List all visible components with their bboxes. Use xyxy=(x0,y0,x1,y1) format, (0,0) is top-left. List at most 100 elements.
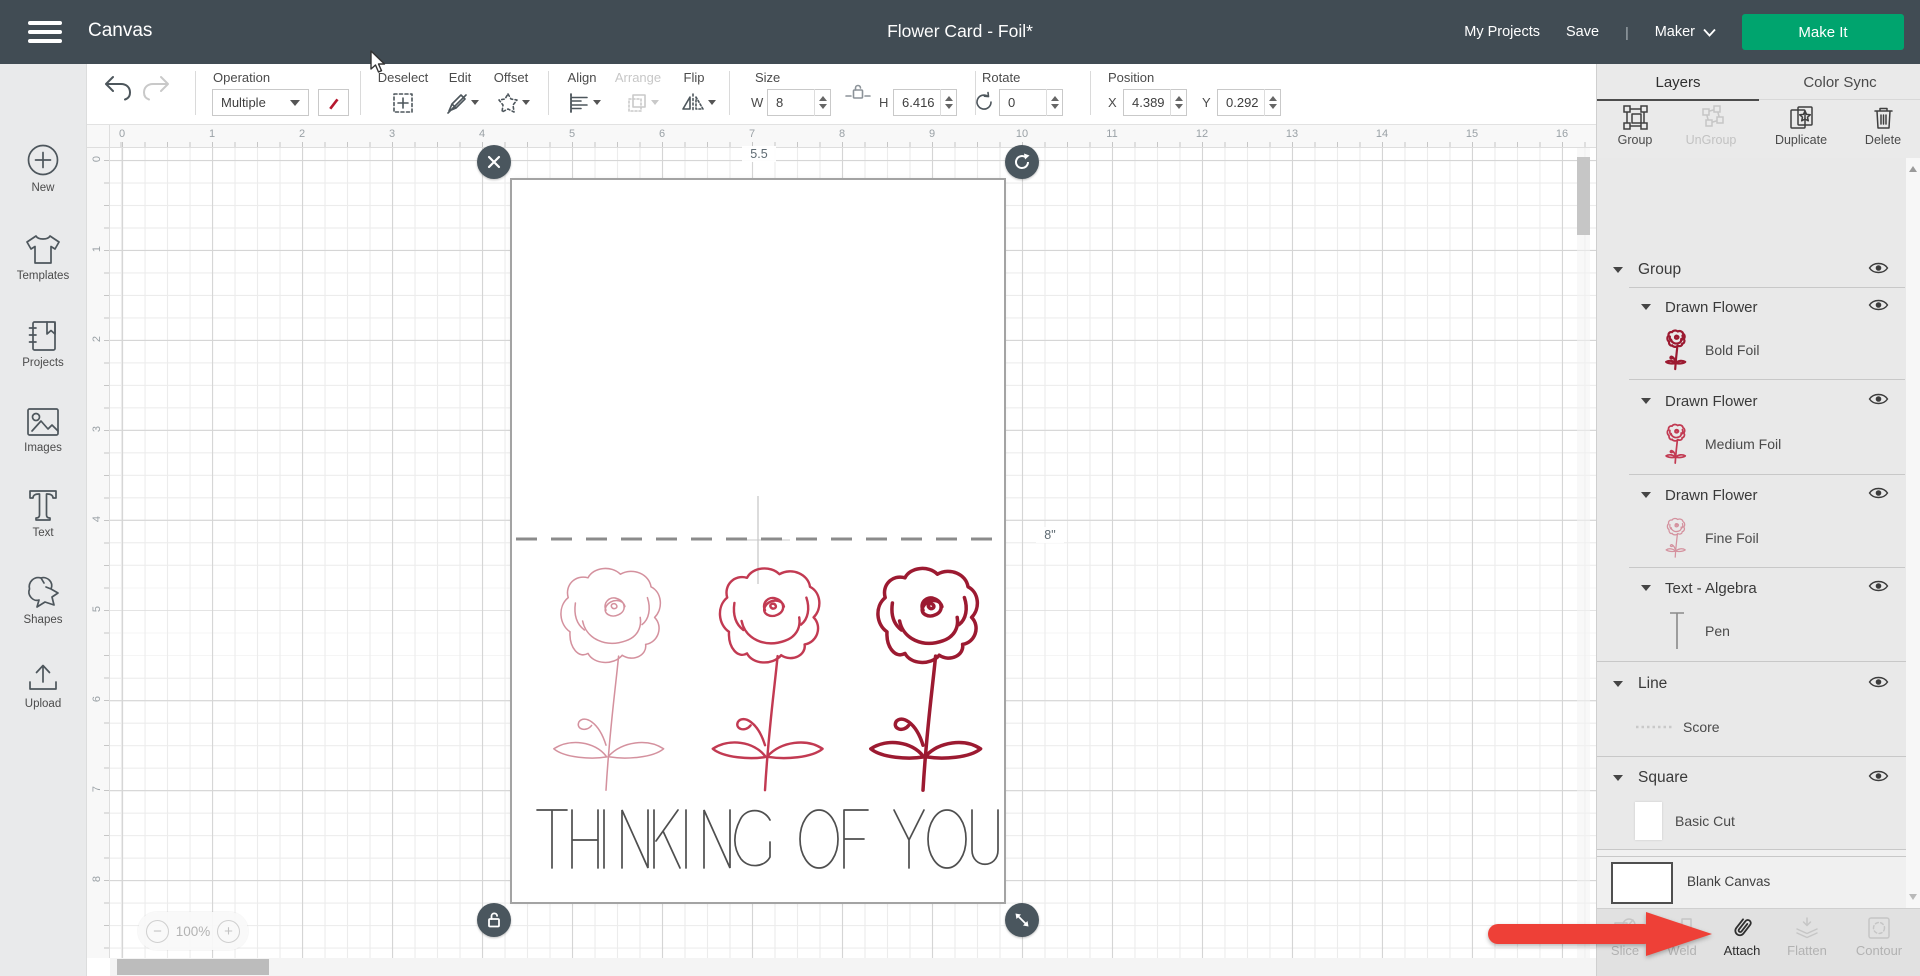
flip-caret-icon[interactable] xyxy=(708,100,716,105)
group-button[interactable]: Group xyxy=(1603,104,1667,147)
width-stepper[interactable] xyxy=(814,89,830,116)
eye-visibility-icon[interactable] xyxy=(1868,675,1889,694)
layer-fine-foil[interactable]: Fine Foil xyxy=(1597,514,1920,562)
deselect-button[interactable] xyxy=(391,91,415,115)
selection-width-label: 5.5 xyxy=(742,146,776,162)
delete-button[interactable]: Delete xyxy=(1851,104,1915,147)
flower-thumbnail xyxy=(1663,422,1689,466)
caret-down-icon[interactable] xyxy=(1641,585,1651,591)
ruler-v-number: 6 xyxy=(91,689,103,709)
tab-layers[interactable]: Layers xyxy=(1597,64,1759,100)
height-stepper[interactable] xyxy=(940,89,956,116)
undo-icon xyxy=(103,73,133,101)
sidebar-item-images[interactable]: Images xyxy=(0,406,86,454)
edit-toolbar: Operation Multiple Deselect Edit Offset … xyxy=(87,64,1596,125)
toolbar-divider xyxy=(729,71,730,115)
my-projects-link[interactable]: My Projects xyxy=(1464,24,1540,40)
lock-icon xyxy=(845,82,871,102)
layer-separator xyxy=(1629,287,1905,288)
layer-drawn-flower-header[interactable]: Drawn Flower xyxy=(1597,477,1920,513)
ungroup-icon xyxy=(1698,104,1725,131)
layer-drawn-flower-header[interactable]: Drawn Flower xyxy=(1597,383,1920,419)
caret-down-icon[interactable] xyxy=(1613,775,1623,781)
sidebar-item-shapes[interactable]: Shapes xyxy=(0,574,86,626)
attach-button[interactable]: Attach xyxy=(1712,915,1772,958)
layer-line-header[interactable]: Line xyxy=(1597,666,1920,702)
layer-group-header[interactable]: Group xyxy=(1597,252,1920,288)
arrange-icon xyxy=(626,92,648,114)
zoom-out-button[interactable]: − xyxy=(146,920,169,943)
vertical-scroll-thumb[interactable] xyxy=(1577,157,1590,235)
layer-square-header[interactable]: Square xyxy=(1597,760,1920,796)
panel-scrollbar[interactable] xyxy=(1906,158,1920,908)
ruler-h-number: 8 xyxy=(830,128,854,140)
card-object[interactable] xyxy=(512,180,1004,902)
x-position-stepper[interactable] xyxy=(1170,89,1186,116)
edit-caret-icon[interactable] xyxy=(471,100,479,105)
layer-bold-foil[interactable]: Bold Foil xyxy=(1597,326,1920,374)
eye-visibility-icon[interactable] xyxy=(1868,392,1889,411)
align-caret-icon[interactable] xyxy=(593,100,601,105)
eye-visibility-icon[interactable] xyxy=(1868,298,1889,317)
selection-resize-handle[interactable] xyxy=(1005,903,1039,937)
eye-visibility-icon[interactable] xyxy=(1868,261,1889,280)
caret-down-icon[interactable] xyxy=(1641,492,1651,498)
sidebar-item-projects[interactable]: Projects xyxy=(0,319,86,369)
caret-down-icon[interactable] xyxy=(1613,681,1623,687)
scroll-down-arrow-icon[interactable] xyxy=(1909,894,1917,900)
ruler-h-number: 6 xyxy=(650,128,674,140)
sidebar-item-templates[interactable]: Templates xyxy=(0,232,86,282)
selection-lock-handle[interactable] xyxy=(477,903,511,937)
blank-canvas-swatch[interactable] xyxy=(1611,862,1673,904)
caret-down-icon[interactable] xyxy=(1641,304,1651,310)
selection-rotate-handle[interactable] xyxy=(1005,145,1039,179)
rotate-button[interactable] xyxy=(973,91,995,113)
y-position-stepper[interactable] xyxy=(1264,89,1280,116)
operation-dropdown[interactable]: Multiple xyxy=(212,89,309,116)
layer-drawn-flower-header[interactable]: Drawn Flower xyxy=(1597,289,1920,325)
sidebar-item-text[interactable]: Text xyxy=(0,487,86,539)
zoom-controls: − 100% + xyxy=(138,912,248,950)
horizontal-scrollbar[interactable] xyxy=(110,958,1596,976)
align-button[interactable] xyxy=(568,92,590,114)
edit-button[interactable] xyxy=(446,92,468,114)
color-swatch-button[interactable] xyxy=(318,89,349,116)
zoom-in-button[interactable]: + xyxy=(217,920,240,943)
offset-button[interactable] xyxy=(497,92,519,114)
ruler-h-number: 11 xyxy=(1100,128,1124,140)
sidebar-item-upload[interactable]: Upload xyxy=(0,660,86,710)
tshirt-icon xyxy=(24,232,62,266)
sidebar-item-new[interactable]: New xyxy=(0,142,86,194)
machine-name: Maker xyxy=(1655,24,1695,40)
eye-visibility-icon[interactable] xyxy=(1868,579,1889,598)
rotate-stepper[interactable] xyxy=(1046,89,1062,116)
upload-icon xyxy=(25,660,61,694)
layer-basic-cut[interactable]: Basic Cut xyxy=(1597,797,1920,845)
duplicate-button[interactable]: Duplicate xyxy=(1769,104,1833,147)
eye-visibility-icon[interactable] xyxy=(1868,486,1889,505)
score-line-thumbnail xyxy=(1635,723,1675,731)
trash-icon xyxy=(1871,104,1896,131)
horizontal-scroll-thumb[interactable] xyxy=(117,959,269,975)
layer-medium-foil[interactable]: Medium Foil xyxy=(1597,420,1920,468)
redo-button[interactable] xyxy=(141,73,171,101)
toolbar-divider xyxy=(1090,71,1091,115)
caret-down-icon[interactable] xyxy=(1641,398,1651,404)
machine-selector[interactable]: Maker xyxy=(1655,24,1716,40)
selection-close-handle[interactable] xyxy=(477,145,511,179)
vertical-scrollbar[interactable] xyxy=(1577,148,1590,958)
eye-visibility-icon[interactable] xyxy=(1868,769,1889,788)
layer-pen[interactable]: Pen xyxy=(1597,607,1920,655)
save-link[interactable]: Save xyxy=(1566,24,1599,40)
size-lock-button[interactable] xyxy=(845,82,871,102)
flip-button[interactable] xyxy=(681,92,705,114)
caret-down-icon[interactable] xyxy=(1613,267,1623,273)
tab-color-sync[interactable]: Color Sync xyxy=(1759,64,1920,100)
arrange-button[interactable] xyxy=(626,92,648,114)
undo-button[interactable] xyxy=(103,73,133,101)
layer-text-algebra-header[interactable]: Text - Algebra xyxy=(1597,570,1920,606)
make-it-button[interactable]: Make It xyxy=(1742,14,1904,50)
scroll-up-arrow-icon[interactable] xyxy=(1909,166,1917,172)
layer-score[interactable]: Score xyxy=(1597,703,1920,751)
offset-caret-icon[interactable] xyxy=(522,100,530,105)
